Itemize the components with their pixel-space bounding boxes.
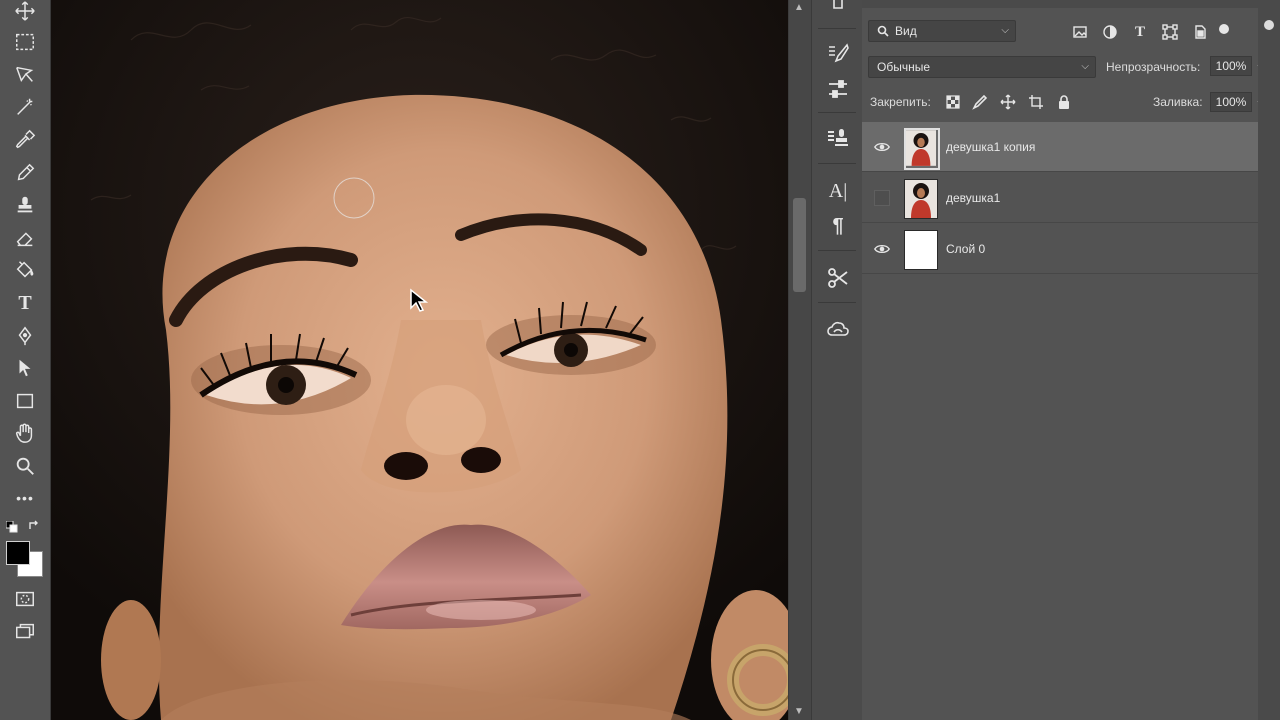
tools-panel: T ••• — [0, 0, 51, 720]
layer-row[interactable]: девушка1 — [862, 173, 1258, 223]
scroll-down-icon[interactable]: ▼ — [794, 706, 804, 717]
search-icon — [877, 25, 889, 37]
mouse-cursor-icon — [410, 288, 429, 312]
dock-divider — [818, 28, 856, 29]
brush-icon[interactable] — [8, 159, 42, 187]
blend-mode-dropdown[interactable]: Обычные ⌵ — [868, 56, 1096, 78]
lock-position-icon[interactable] — [998, 92, 1018, 112]
fill-label: Заливка: — [1153, 95, 1203, 109]
document-canvas[interactable] — [51, 0, 788, 720]
filter-toggle-icon[interactable] — [1219, 24, 1229, 34]
scrollbar-thumb[interactable] — [793, 198, 806, 292]
layer-name: Слой 0 — [946, 242, 986, 256]
libraries-icon[interactable] — [824, 316, 852, 344]
visibility-eye-icon[interactable] — [872, 137, 892, 157]
layer-thumbnail — [904, 230, 938, 270]
opacity-label: Непрозрачность: — [1106, 60, 1201, 74]
lock-all-icon[interactable] — [1054, 92, 1074, 112]
marquee-icon[interactable] — [8, 28, 42, 56]
hand-icon[interactable] — [8, 419, 42, 447]
layers-panel: Вид ⌵ T Обычные ⌵ Непрозрачность: 100% ⌵… — [862, 0, 1280, 720]
opacity-input[interactable]: 100% — [1210, 56, 1252, 76]
layer-name: девушка1 — [946, 191, 1001, 205]
eyedropper-icon[interactable] — [8, 126, 42, 154]
scroll-up-icon[interactable]: ▲ — [794, 2, 804, 13]
panel-dock: A| ¶ — [811, 0, 863, 720]
blend-mode-value: Обычные — [877, 60, 931, 74]
layer-filter-dropdown[interactable]: Вид ⌵ — [868, 20, 1016, 42]
canvas-vertical-scrollbar[interactable]: ▲ ▼ — [788, 0, 811, 720]
lock-label: Закрепить: — [870, 95, 931, 109]
dock-divider — [818, 112, 856, 113]
filter-type-icon[interactable]: T — [1130, 22, 1150, 42]
history-icon[interactable] — [824, 0, 852, 20]
default-colors-icon[interactable] — [5, 520, 18, 533]
dock-divider — [818, 163, 856, 164]
layer-row[interactable]: Слой 0 — [862, 224, 1258, 274]
zoom-icon[interactable] — [8, 452, 42, 480]
scroll-handle[interactable] — [1264, 20, 1274, 30]
lock-artboard-icon[interactable] — [1026, 92, 1046, 112]
panel-tab-strip — [862, 0, 1258, 8]
move-icon[interactable] — [8, 0, 42, 25]
quick-select-icon[interactable] — [8, 93, 42, 121]
layer-row[interactable]: девушка1 копия — [862, 122, 1258, 172]
paragraph-icon[interactable]: ¶ — [824, 212, 852, 240]
filter-pixel-icon[interactable] — [1070, 22, 1090, 42]
clone-source-icon[interactable] — [824, 124, 852, 152]
lock-transparent-icon[interactable] — [943, 92, 963, 112]
character-icon[interactable]: A| — [824, 177, 852, 205]
eraser-icon[interactable] — [8, 224, 42, 252]
layer-name: девушка1 копия — [946, 140, 1036, 154]
filter-smart-object-icon[interactable] — [1190, 22, 1210, 42]
lock-pixels-icon[interactable] — [970, 92, 990, 112]
layer-thumbnail — [904, 128, 940, 170]
visibility-toggle-off[interactable] — [874, 190, 890, 206]
pen-icon[interactable] — [8, 322, 42, 350]
path-select-icon[interactable] — [8, 354, 42, 382]
visibility-eye-icon[interactable] — [872, 239, 892, 259]
portrait-photo — [51, 0, 788, 720]
layers-panel-scrollbar[interactable] — [1258, 0, 1280, 720]
dock-divider — [818, 302, 856, 303]
filter-shape-icon[interactable] — [1160, 22, 1180, 42]
adjustments-icon[interactable] — [824, 75, 852, 103]
filter-adjustment-icon[interactable] — [1100, 22, 1120, 42]
fill-input[interactable]: 100% — [1210, 92, 1252, 112]
lasso-icon[interactable] — [8, 60, 42, 88]
brush-settings-icon[interactable] — [824, 40, 852, 68]
tool-presets-icon[interactable] — [824, 264, 852, 292]
layer-filter-label: Вид — [895, 24, 917, 38]
dock-divider — [818, 250, 856, 251]
quick-mask-icon[interactable] — [8, 585, 42, 613]
more-icon[interactable]: ••• — [8, 484, 42, 512]
chevron-down-icon: ⌵ — [1081, 61, 1089, 72]
stamp-icon[interactable] — [8, 191, 42, 219]
type-icon[interactable]: T — [8, 289, 42, 317]
screen-mode-icon[interactable] — [8, 618, 42, 646]
chevron-down-icon: ⌵ — [1001, 25, 1009, 36]
paint-bucket-icon[interactable] — [8, 256, 42, 284]
swap-colors-icon[interactable] — [27, 519, 41, 533]
layer-thumbnail — [904, 179, 938, 219]
rectangle-icon[interactable] — [8, 387, 42, 415]
foreground-color-swatch[interactable] — [6, 541, 30, 565]
